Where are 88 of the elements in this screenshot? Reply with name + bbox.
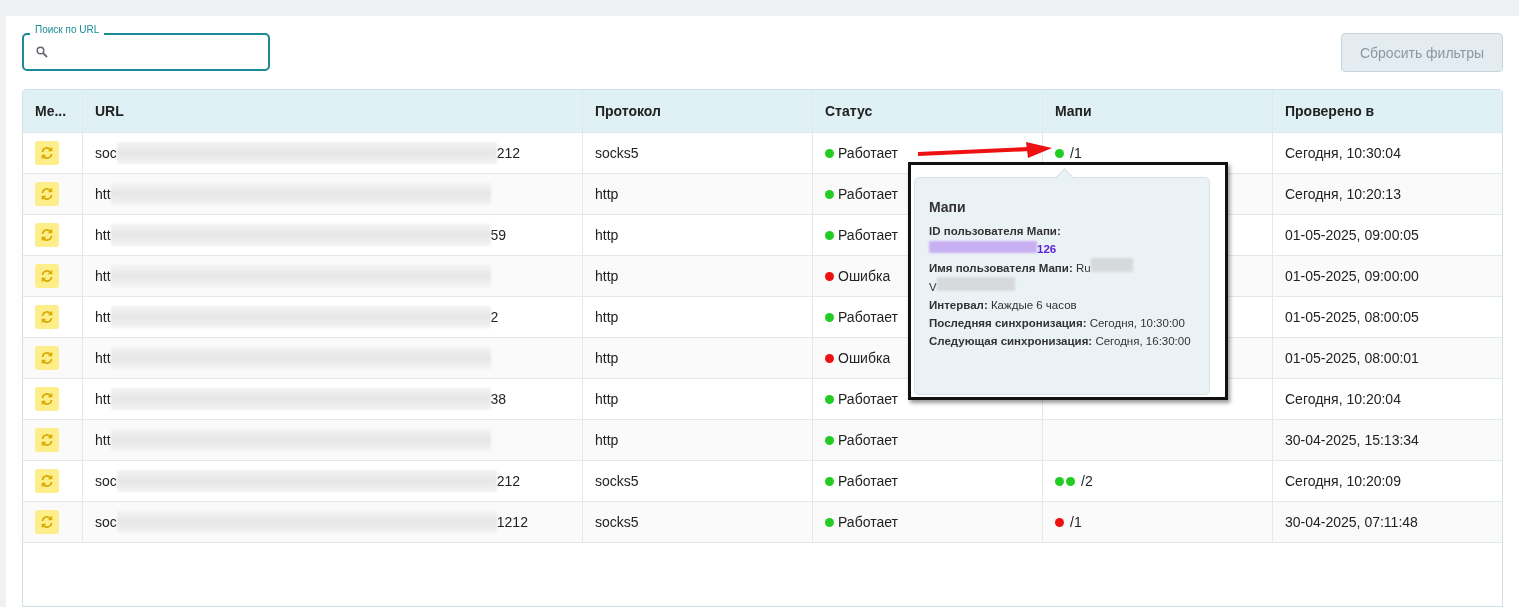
column-header: Проверено в bbox=[1284, 102, 1376, 121]
url-text: 38 bbox=[490, 391, 507, 407]
url-text: htt bbox=[95, 309, 111, 325]
status-text: Работает bbox=[838, 186, 898, 202]
column-header: Мапи bbox=[1043, 90, 1273, 132]
status-text: Работает bbox=[838, 514, 898, 530]
refresh-button[interactable] bbox=[35, 346, 59, 370]
tooltip-line: Последняя синхронизация: Сегодня, 10:30:00 bbox=[929, 316, 1186, 331]
refresh-icon bbox=[40, 515, 54, 529]
mapi-count: /2 bbox=[1081, 473, 1093, 489]
checked-time: 01-05-2025, 09:00:05 bbox=[1285, 227, 1419, 243]
status-text: Работает bbox=[838, 309, 898, 325]
refresh-icon bbox=[40, 269, 54, 283]
protocol-text: http bbox=[595, 268, 619, 284]
tooltip-title: Мапи bbox=[929, 198, 967, 216]
status-text: Работает bbox=[838, 145, 898, 161]
search-label: Поиск по URL bbox=[30, 24, 105, 35]
protocol-text: http bbox=[595, 391, 619, 407]
column-header: Протокол bbox=[583, 90, 813, 132]
url-text: soc bbox=[95, 473, 117, 489]
protocol-text: http bbox=[595, 227, 619, 243]
name-text: Ru bbox=[1075, 262, 1091, 274]
refresh-button[interactable] bbox=[35, 428, 59, 452]
refresh-button[interactable] bbox=[35, 387, 59, 411]
name-text: V bbox=[929, 281, 937, 293]
checked-time: Сегодня, 10:20:09 bbox=[1285, 473, 1401, 489]
protocol-text: http bbox=[595, 186, 619, 202]
refresh-button[interactable] bbox=[35, 469, 59, 493]
refresh-button[interactable] bbox=[35, 141, 59, 165]
url-text: htt bbox=[95, 186, 111, 202]
column-header: Ме... bbox=[23, 90, 83, 132]
refresh-button[interactable] bbox=[35, 182, 59, 206]
protocol-text: http bbox=[595, 309, 619, 325]
column-header: Статус bbox=[813, 90, 1043, 132]
refresh-icon bbox=[40, 146, 54, 160]
status-text: Работает bbox=[838, 432, 898, 448]
checked-time: Сегодня, 10:20:13 bbox=[1285, 186, 1401, 202]
checked-time: 01-05-2025, 08:00:05 bbox=[1285, 309, 1419, 325]
status-text: Работает bbox=[838, 227, 898, 243]
url-text: htt bbox=[95, 350, 111, 366]
protocol-text: socks5 bbox=[595, 145, 639, 161]
status-text: Работает bbox=[838, 391, 898, 407]
checked-time: Сегодня, 10:20:04 bbox=[1285, 391, 1401, 407]
refresh-icon bbox=[40, 351, 54, 365]
url-text: htt bbox=[95, 268, 111, 284]
mapi-count: /1 bbox=[1070, 514, 1082, 530]
checked-time: 30-04-2025, 07:11:48 bbox=[1285, 514, 1418, 530]
url-text: htt bbox=[95, 227, 111, 243]
refresh-icon bbox=[40, 228, 54, 242]
checked-time: 01-05-2025, 09:00:00 bbox=[1285, 268, 1419, 284]
url-text: 2 bbox=[490, 309, 499, 325]
refresh-icon bbox=[40, 392, 54, 406]
refresh-icon bbox=[40, 310, 54, 324]
protocol-text: http bbox=[595, 432, 619, 448]
refresh-icon bbox=[40, 474, 54, 488]
refresh-button[interactable] bbox=[35, 305, 59, 329]
tooltip-line: Интервал: Каждые 6 часов bbox=[929, 298, 1078, 313]
refresh-button[interactable] bbox=[35, 510, 59, 534]
url-text: 1212 bbox=[496, 514, 528, 530]
id-label: ID пользователя Мапи: bbox=[929, 224, 1062, 239]
search-icon bbox=[36, 46, 48, 58]
refresh-icon bbox=[40, 433, 54, 447]
refresh-button[interactable] bbox=[35, 264, 59, 288]
blurred-name bbox=[1090, 258, 1133, 272]
status-text: Работает bbox=[838, 473, 898, 489]
url-text: 59 bbox=[490, 227, 507, 243]
refresh-button[interactable] bbox=[35, 223, 59, 247]
status-text: Ошибка bbox=[838, 268, 891, 284]
url-text: htt bbox=[95, 432, 111, 448]
status-text: Ошибка bbox=[838, 350, 891, 366]
url-text: htt bbox=[95, 391, 111, 407]
checked-time: 30-04-2025, 15:13:34 bbox=[1285, 432, 1419, 448]
refresh-icon bbox=[40, 187, 54, 201]
url-text: 212 bbox=[496, 145, 521, 161]
mapi-count: /1 bbox=[1070, 145, 1082, 161]
url-text: 212 bbox=[496, 473, 521, 489]
column-header: URL bbox=[83, 90, 583, 132]
url-text: soc bbox=[95, 514, 117, 530]
checked-time: 01-05-2025, 08:00:01 bbox=[1285, 350, 1419, 366]
user-id-link[interactable]: 126 bbox=[1037, 243, 1057, 255]
protocol-text: http bbox=[595, 350, 619, 366]
protocol-text: socks5 bbox=[595, 473, 639, 489]
search-field[interactable] bbox=[22, 33, 270, 71]
checked-time: Сегодня, 10:30:04 bbox=[1285, 145, 1401, 161]
url-text: soc bbox=[95, 145, 117, 161]
name-label: Имя пользователя Мапи: bbox=[929, 262, 1073, 274]
protocol-text: socks5 bbox=[595, 514, 639, 530]
tooltip-line: Следующая синхронизация: Сегодня, 16:30:00 bbox=[929, 334, 1192, 349]
